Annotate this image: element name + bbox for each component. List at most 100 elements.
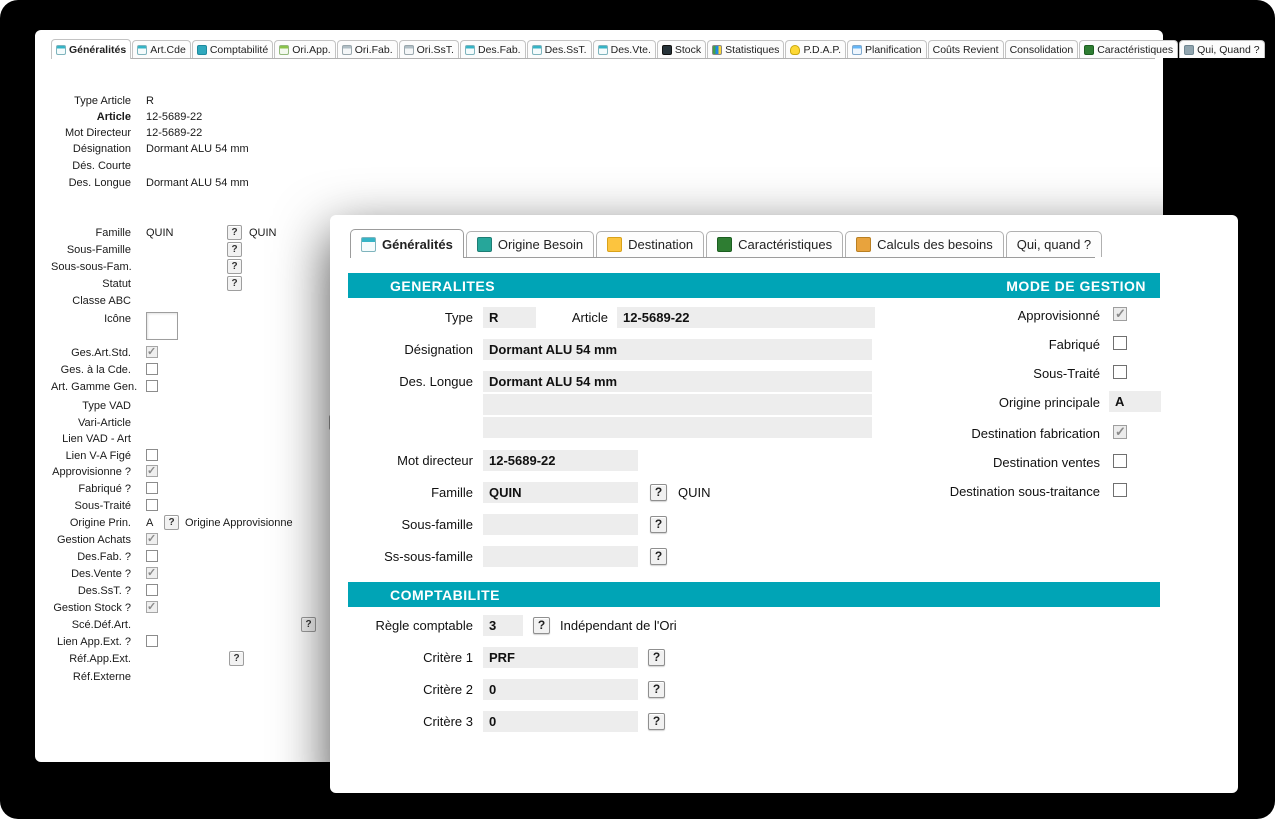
field-label: Ss-sous-famille — [330, 549, 473, 564]
row-destination-sous-traitance: Destination sous-traitance — [330, 483, 1238, 501]
checkbox[interactable] — [146, 635, 158, 647]
checkbox[interactable] — [1113, 336, 1127, 350]
tab-icon — [717, 237, 732, 252]
checkbox[interactable] — [146, 499, 158, 511]
back-tab[interactable]: Ori.SsT. — [399, 40, 459, 58]
lookup-button[interactable]: ? — [229, 651, 244, 666]
lookup-button[interactable]: ? — [650, 516, 667, 533]
lookup-button[interactable]: ? — [648, 713, 665, 730]
tab-icon — [598, 45, 608, 55]
back-tab[interactable]: Statistiques — [707, 40, 784, 58]
tab-label: Destination — [628, 237, 693, 252]
lookup-button[interactable]: ? — [648, 681, 665, 698]
lookup-button[interactable]: ? — [227, 276, 242, 291]
tab-label: Ori.App. — [292, 44, 331, 56]
lookup-button[interactable]: ? — [227, 259, 242, 274]
critere-2-field[interactable]: 0 — [483, 679, 638, 700]
field-label: Mot Directeur — [51, 127, 131, 139]
front-tab[interactable]: Destination — [596, 231, 704, 257]
back-tab[interactable]: Ori.App. — [274, 40, 336, 58]
checkbox[interactable] — [146, 380, 158, 392]
back-tab[interactable]: Consolidation — [1005, 40, 1079, 58]
lookup-button[interactable]: ? — [227, 242, 242, 257]
field-label: Sous-Traité — [750, 366, 1100, 381]
origine-principale-field[interactable]: A — [1109, 391, 1161, 412]
field-value: QUIN — [146, 227, 174, 239]
front-tab[interactable]: Origine Besoin — [466, 231, 594, 257]
back-tab[interactable]: Art.Cde — [132, 40, 191, 58]
tab-icon — [197, 45, 207, 55]
row-critere-3: Critère 3 0 ? — [330, 711, 1238, 732]
back-tab[interactable]: Qui, Quand ? — [1179, 40, 1264, 58]
field-label: Dés. Courte — [51, 160, 131, 172]
field-extra: Origine Approvisionne — [185, 517, 293, 529]
tab-label: Des.Fab. — [478, 44, 521, 56]
sous-famille-field[interactable] — [483, 514, 638, 535]
tab-icon — [856, 237, 871, 252]
field-label: Des. Longue — [51, 177, 131, 189]
lookup-button[interactable]: ? — [301, 617, 316, 632]
tab-label: Stock — [675, 44, 701, 56]
field-label: Destination fabrication — [750, 426, 1100, 441]
back-tab[interactable]: Des.Vte. — [593, 40, 656, 58]
field-label: Type Article — [51, 95, 131, 107]
back-tab[interactable]: Coûts Revient — [928, 40, 1004, 58]
row-critere-2: Critère 2 0 ? — [330, 679, 1238, 700]
checkbox[interactable] — [1113, 307, 1127, 321]
field-label: Réf.Externe — [51, 671, 131, 683]
field-label: Destination ventes — [750, 455, 1100, 470]
back-tab[interactable]: Ori.Fab. — [337, 40, 398, 58]
checkbox[interactable] — [146, 465, 158, 477]
back-tab[interactable]: Généralités — [51, 39, 131, 59]
lookup-button[interactable]: ? — [227, 225, 242, 240]
field-label: Lien V-A Figé — [51, 450, 131, 462]
back-tab[interactable]: Planification — [847, 40, 927, 58]
checkbox[interactable] — [146, 584, 158, 596]
checkbox[interactable] — [1113, 454, 1127, 468]
checkbox[interactable] — [146, 346, 158, 358]
icon-preview-box[interactable] — [146, 312, 178, 340]
critere-1-field[interactable]: PRF — [483, 647, 638, 668]
tab-icon — [790, 45, 800, 55]
row-sous-traite: Sous-Traité — [330, 365, 1238, 383]
field-label: Des.Vente ? — [51, 568, 131, 580]
checkbox[interactable] — [146, 482, 158, 494]
checkbox[interactable] — [146, 550, 158, 562]
checkbox[interactable] — [146, 449, 158, 461]
tab-icon — [712, 45, 722, 55]
tab-icon — [137, 45, 147, 55]
back-tab[interactable]: Caractéristiques — [1079, 40, 1178, 58]
section-title-comptabilite: COMPTABILITE — [390, 587, 500, 603]
critere-3-field[interactable]: 0 — [483, 711, 638, 732]
lookup-button[interactable]: ? — [648, 649, 665, 666]
checkbox[interactable] — [146, 567, 158, 579]
back-tab[interactable]: Stock — [657, 40, 706, 58]
regle-comptable-field[interactable]: 3 — [483, 615, 523, 636]
front-tab[interactable]: Caractéristiques — [706, 231, 843, 257]
checkbox[interactable] — [146, 363, 158, 375]
checkbox[interactable] — [146, 601, 158, 613]
checkbox[interactable] — [1113, 365, 1127, 379]
lookup-button[interactable]: ? — [164, 515, 179, 530]
checkbox[interactable] — [1113, 483, 1127, 497]
field-label: Réf.App.Ext. — [51, 653, 131, 665]
back-tab[interactable]: P.D.A.P. — [785, 40, 846, 58]
back-tab-bar: Généralités Art.Cde Comptabilité Ori.App… — [51, 39, 1155, 59]
field-label: Ges. à la Cde. — [51, 364, 131, 376]
checkbox[interactable] — [1113, 425, 1127, 439]
row-sous-famille: Sous-famille ? — [330, 514, 1238, 535]
field-label: Gestion Stock ? — [51, 602, 131, 614]
back-tab[interactable]: Des.SsT. — [527, 40, 592, 58]
field-label: Fabriqué ? — [51, 483, 131, 495]
front-tab[interactable]: Généralités — [350, 229, 464, 258]
checkbox[interactable] — [146, 533, 158, 545]
lookup-button[interactable]: ? — [533, 617, 550, 634]
front-tab[interactable]: Qui, quand ? — [1006, 231, 1102, 257]
field-label: Type VAD — [51, 400, 131, 412]
ss-sous-famille-field[interactable] — [483, 546, 638, 567]
front-tab[interactable]: Calculs des besoins — [845, 231, 1004, 257]
back-tab[interactable]: Comptabilité — [192, 40, 273, 58]
lookup-button[interactable]: ? — [650, 548, 667, 565]
field-label: Fabriqué — [750, 337, 1100, 352]
back-tab[interactable]: Des.Fab. — [460, 40, 526, 58]
